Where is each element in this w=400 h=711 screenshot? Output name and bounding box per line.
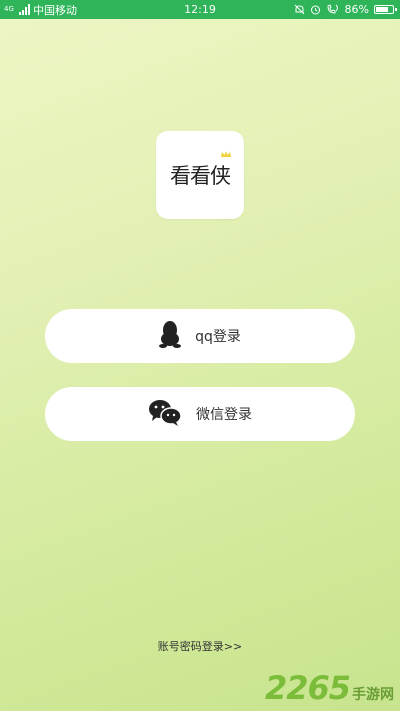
battery-icon: [374, 5, 397, 14]
app-logo: 看看侠: [156, 131, 244, 219]
status-right: 86%: [294, 0, 397, 19]
carrier-name: 中国移动: [33, 3, 77, 17]
alarm-icon: [310, 4, 321, 15]
status-left: 4G 中国移动: [4, 0, 77, 19]
crown-icon: [221, 151, 231, 157]
account-password-login-link[interactable]: 账号密码登录>>: [0, 638, 400, 654]
watermark: 2265 手游网: [265, 669, 394, 707]
qq-login-button[interactable]: qq登录: [45, 309, 355, 363]
network-type-label: 4G: [4, 5, 14, 13]
watermark-site: 手游网: [352, 687, 394, 703]
app-logo-text: 看看侠: [170, 151, 231, 190]
wechat-login-label: 微信登录: [196, 407, 252, 423]
wechat-icon: [148, 398, 182, 430]
app-logo-label: 看看侠: [170, 164, 231, 188]
watermark-number: 2265: [264, 669, 351, 707]
status-bar: 4G 中国移动 12:19 86%: [0, 0, 400, 19]
volte-call-icon: [326, 4, 340, 15]
qq-icon: [159, 320, 182, 352]
qq-login-label: qq登录: [195, 329, 241, 345]
mute-icon: [294, 4, 305, 15]
battery-percent: 86%: [344, 3, 369, 16]
signal-icon: [19, 4, 30, 15]
battery-fill: [376, 7, 388, 12]
wechat-login-button[interactable]: 微信登录: [45, 387, 355, 441]
